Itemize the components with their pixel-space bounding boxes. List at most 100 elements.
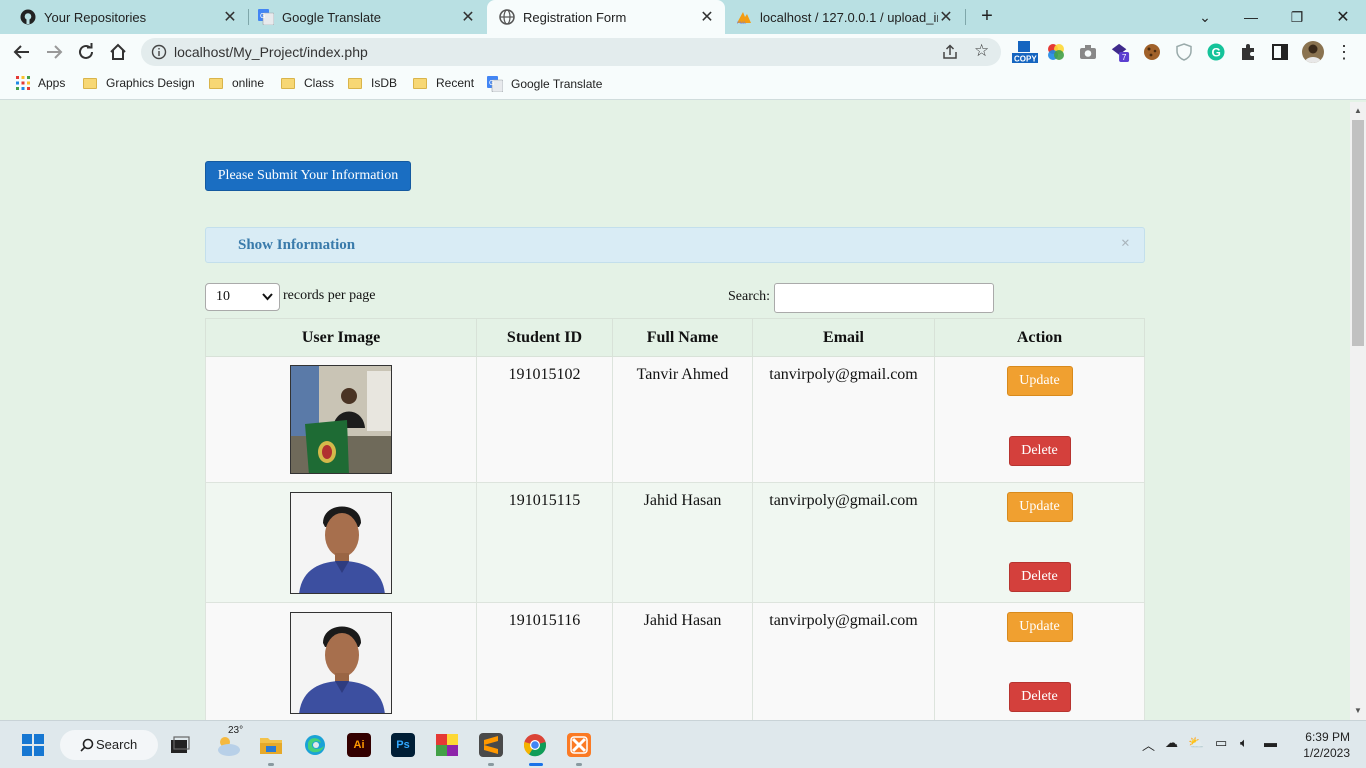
clock-date: 1/2/2023 [1303, 746, 1350, 760]
update-button[interactable]: Update [1006, 612, 1073, 642]
system-clock[interactable]: 6:39 PM 1/2/2023 [1303, 729, 1350, 761]
onedrive-icon[interactable]: ☁ [1165, 735, 1178, 751]
xampp-icon[interactable] [567, 733, 591, 757]
forward-button[interactable] [42, 40, 66, 64]
close-icon[interactable]: × [1121, 235, 1130, 253]
update-button[interactable]: Update [1006, 366, 1073, 396]
camera-extension-icon[interactable] [1078, 42, 1098, 62]
scroll-down-icon[interactable]: ▼ [1354, 706, 1362, 715]
cookie-extension-icon[interactable] [1142, 42, 1162, 62]
copy-extension-icon[interactable]: COPY [1012, 41, 1038, 64]
weather-widget[interactable]: 23° [214, 725, 243, 757]
minimize-button[interactable]: — [1228, 0, 1274, 34]
tab-search-button[interactable]: ⌄ [1182, 0, 1228, 34]
grammarly-extension-icon[interactable]: G [1206, 42, 1226, 62]
arrow-right-icon [47, 45, 63, 59]
cloud-icon [218, 737, 240, 756]
phpmyadmin-icon: PMA [737, 12, 751, 25]
tab-phpmyadmin[interactable]: PMA localhost / 127.0.0.1 / upload_ima ✕ [728, 0, 964, 34]
more-menu-icon[interactable]: ⋮ [1334, 42, 1354, 62]
chrome-icon[interactable] [523, 733, 547, 757]
column-header-email[interactable]: Email [752, 318, 935, 357]
shield-extension-icon[interactable] [1174, 42, 1194, 62]
search-input[interactable] [774, 283, 994, 313]
profile-avatar[interactable] [1302, 41, 1324, 63]
table-row: 191015115 Jahid Hasan tanvirpoly@gmail.c… [205, 482, 1145, 603]
back-button[interactable] [10, 40, 34, 64]
weather-temp: 23° [228, 725, 244, 736]
bookmark-google-translate[interactable]: G Google Translate [487, 76, 602, 92]
reload-icon [79, 43, 93, 59]
delete-button[interactable]: Delete [1008, 682, 1071, 712]
home-button[interactable] [106, 40, 130, 64]
close-icon[interactable]: ✕ [699, 7, 715, 27]
illustrator-icon[interactable]: Ai [347, 733, 371, 757]
column-header-action[interactable]: Action [934, 318, 1145, 357]
address-bar[interactable]: localhost/My_Project/index.php ☆ [141, 38, 1001, 66]
photoshop-icon[interactable]: Ps [391, 733, 415, 757]
close-window-button[interactable]: ✕ [1320, 0, 1366, 34]
column-header-user-image[interactable]: User Image [205, 318, 477, 357]
tab-google-translate[interactable]: G Google Translate ✕ [238, 0, 486, 34]
home-icon [110, 43, 126, 60]
bookmark-label: Class [304, 76, 335, 90]
google-translate-icon: G [487, 76, 503, 92]
bookmark-online[interactable]: online [209, 76, 264, 90]
weather-tray-icon[interactable]: ⛅ [1188, 735, 1204, 751]
column-header-full-name[interactable]: Full Name [612, 318, 753, 357]
chevron-up-icon[interactable]: ︿ [1142, 735, 1155, 754]
column-header-student-id[interactable]: Student ID [476, 318, 613, 357]
email-cell: tanvirpoly@gmail.com [752, 482, 935, 603]
bookmark-graphics-design[interactable]: Graphics Design [83, 76, 195, 90]
delete-button[interactable]: Delete [1008, 562, 1071, 592]
folder-icon [281, 77, 295, 89]
sublime-text-icon[interactable] [479, 733, 503, 757]
task-view-icon[interactable] [168, 733, 192, 757]
bookmark-label: Apps [38, 76, 66, 90]
bookmark-class[interactable]: Class [281, 76, 334, 90]
bookmark-apps[interactable]: Apps [16, 76, 65, 90]
reload-button[interactable] [74, 40, 98, 64]
scroll-up-icon[interactable]: ▲ [1354, 106, 1362, 115]
github-icon [20, 9, 36, 25]
color-picker-extension-icon[interactable] [1046, 42, 1066, 62]
close-icon[interactable]: ✕ [938, 7, 954, 27]
close-icon[interactable]: ✕ [222, 7, 238, 27]
display-icon[interactable]: ▭ [1215, 735, 1227, 751]
page-scrollbar[interactable]: ▲ ▼ [1350, 102, 1366, 720]
restore-button[interactable]: ❐ [1274, 0, 1320, 34]
edge-icon[interactable] [303, 733, 327, 757]
new-tab-button[interactable]: + [976, 5, 998, 27]
stack-extension-icon[interactable]: 7 [1110, 42, 1130, 62]
action-cell: Update Delete [934, 482, 1145, 603]
bookmark-star-icon[interactable]: ☆ [974, 41, 989, 61]
search-label: Search: [728, 289, 770, 304]
taskbar-search[interactable]: Search [60, 730, 158, 760]
tab-title: Google Translate [282, 9, 382, 25]
update-button[interactable]: Update [1006, 492, 1073, 522]
svg-text:G: G [1212, 46, 1221, 60]
colorful-app-icon[interactable] [435, 733, 459, 757]
file-explorer-icon[interactable] [259, 733, 283, 757]
copy-badge: COPY [1014, 55, 1037, 64]
share-icon[interactable] [941, 43, 959, 61]
tab-your-repositories[interactable]: Your Repositories ✕ [0, 0, 248, 34]
records-per-page-select[interactable]: 10 [205, 283, 280, 311]
submit-information-button[interactable]: Please Submit Your Information [205, 161, 411, 191]
bookmark-recent[interactable]: Recent [413, 76, 474, 90]
battery-icon[interactable]: ▬ [1264, 735, 1277, 750]
svg-text:PMA: PMA [737, 20, 746, 25]
folder-icon [348, 77, 362, 89]
tab-registration-form[interactable]: Registration Form ✕ [487, 0, 725, 34]
bookmark-isdb[interactable]: IsDB [348, 76, 397, 90]
puzzle-extensions-icon[interactable] [1238, 42, 1258, 62]
scrollbar-thumb[interactable] [1352, 120, 1364, 346]
delete-button[interactable]: Delete [1008, 436, 1071, 466]
svg-text:G: G [260, 13, 265, 20]
side-panel-icon[interactable] [1270, 42, 1290, 62]
speaker-icon[interactable]: 🔈︎ [1240, 735, 1248, 751]
action-cell: Update Delete [934, 602, 1145, 720]
windows-start-icon[interactable] [21, 733, 45, 757]
close-icon[interactable]: ✕ [460, 7, 476, 27]
select-value: 10 [216, 289, 230, 304]
